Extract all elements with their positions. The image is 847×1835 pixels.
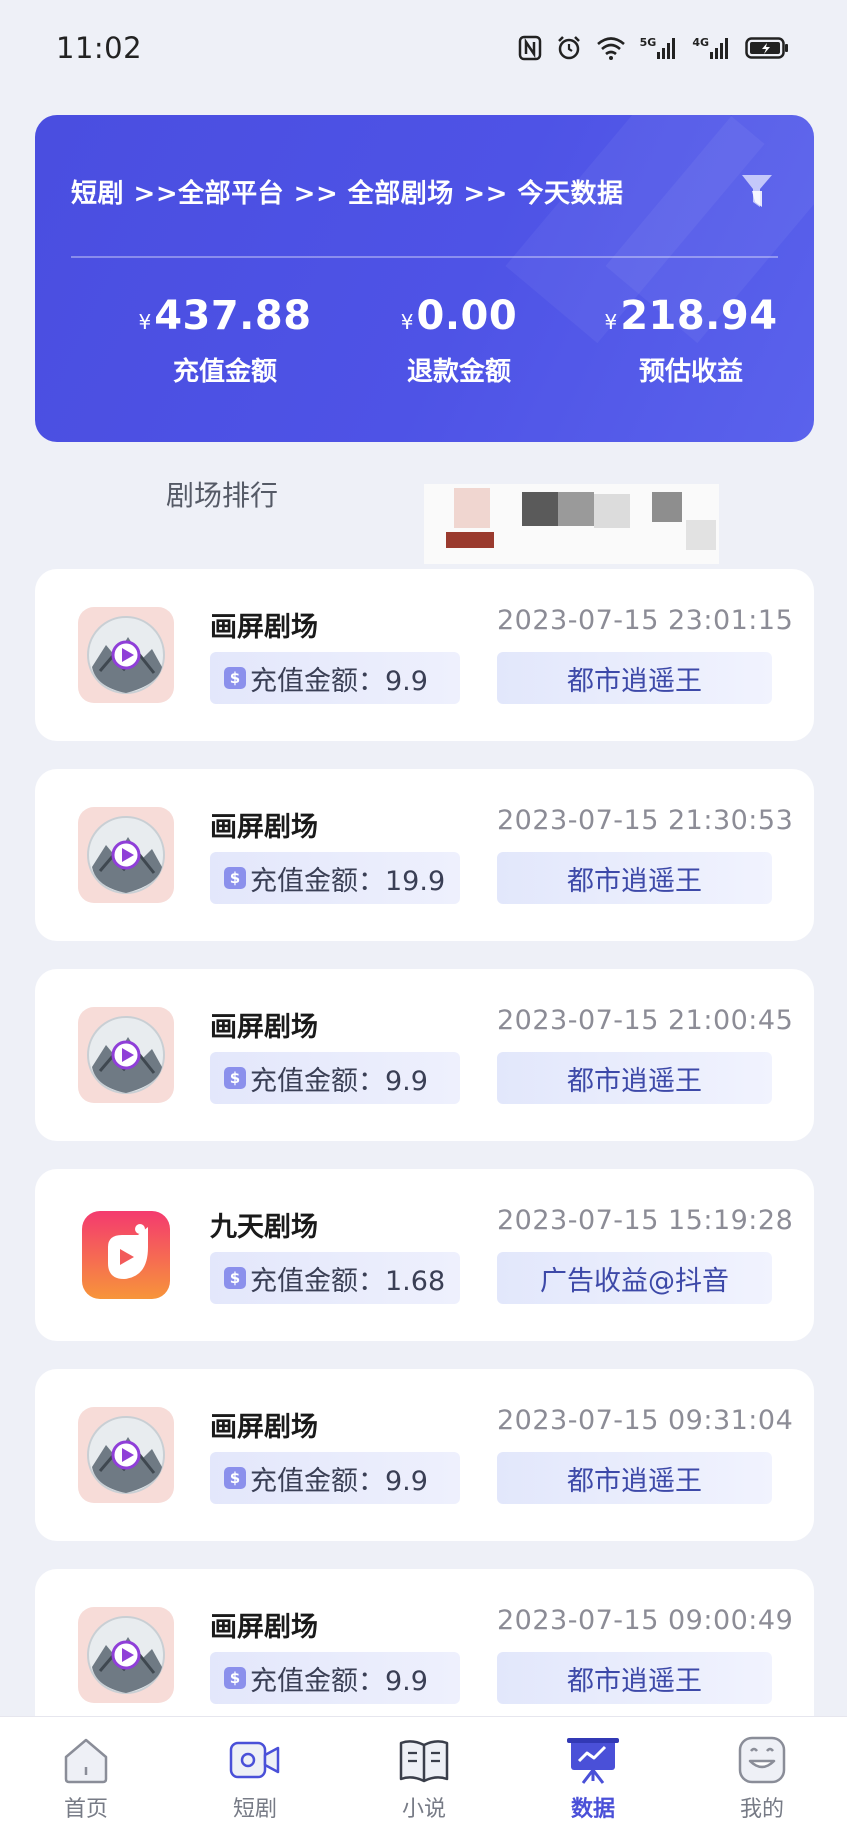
- stat-value: 218.94: [620, 293, 778, 339]
- record-card[interactable]: 画屏剧场 $ 充值金额：9.9 2023-07-15 21:00:45 都市逍遥…: [35, 969, 814, 1141]
- summary-card: 短剧 >>全部平台 >> 全部剧场 >> 今天数据 ¥ 437.88 充值金额 …: [35, 115, 814, 442]
- stat-value: 0.00: [416, 293, 518, 339]
- dollar-icon: $: [224, 867, 246, 889]
- drama-tag[interactable]: 都市逍遥王: [497, 1452, 772, 1504]
- dollar-icon: $: [224, 1467, 246, 1489]
- theatre-name: 画屏剧场: [210, 1012, 318, 1043]
- chart-board-icon: [567, 1738, 619, 1784]
- summary-divider: [71, 256, 778, 258]
- amount-pill: $ 充值金额：1.68: [210, 1252, 460, 1304]
- nav-mine[interactable]: 我的: [702, 1735, 822, 1823]
- amount-pill: $ 充值金额：9.9: [210, 1652, 460, 1704]
- drama-tag[interactable]: 广告收益@抖音: [497, 1252, 772, 1304]
- filter-icon[interactable]: [740, 171, 774, 215]
- timestamp: 2023-07-15 09:31:04: [497, 1405, 794, 1436]
- landscape-play-icon: [78, 1007, 174, 1103]
- timestamp: 2023-07-15 09:00:49: [497, 1605, 794, 1636]
- amount-pill: $ 充值金额：9.9: [210, 1052, 460, 1104]
- theatre-name: 九天剧场: [210, 1212, 318, 1243]
- amount-pill: $ 充值金额：9.9: [210, 1452, 460, 1504]
- dollar-icon: $: [224, 1667, 246, 1689]
- status-bar: 11:02 5G 4G: [0, 0, 847, 96]
- blurred-overlay: [424, 484, 719, 564]
- jiutian-app-icon: [82, 1211, 170, 1299]
- nav-data[interactable]: 数据: [533, 1735, 653, 1823]
- smile-face-icon: [738, 1736, 786, 1784]
- recharge-amount-stat: ¥ 437.88 充值金额: [105, 293, 345, 388]
- nav-home[interactable]: 首页: [26, 1735, 146, 1823]
- nav-short-drama[interactable]: 短剧: [195, 1735, 315, 1823]
- drama-tag[interactable]: 都市逍遥王: [497, 852, 772, 904]
- timestamp: 2023-07-15 21:30:53: [497, 805, 794, 836]
- amount-text: 充值金额：9.9: [250, 1465, 428, 1497]
- amount-text: 充值金额：9.9: [250, 1665, 428, 1697]
- theatre-thumbnail: [78, 1607, 174, 1703]
- bottom-nav: 首页 短剧 小说 数据 我的: [0, 1716, 847, 1835]
- alarm-icon: [556, 35, 582, 61]
- home-icon: [64, 1738, 108, 1784]
- ranking-title: 剧场排行: [166, 479, 279, 512]
- video-camera-icon: [229, 1741, 280, 1779]
- stat-label: 充值金额: [172, 357, 277, 387]
- theatre-name: 画屏剧场: [210, 812, 318, 843]
- battery-icon: [745, 36, 789, 60]
- nav-label: 数据: [570, 1797, 615, 1822]
- nav-label: 首页: [63, 1797, 108, 1822]
- theatre-name: 画屏剧场: [210, 1612, 318, 1643]
- nav-label: 短剧: [232, 1797, 277, 1822]
- drama-tag[interactable]: 都市逍遥王: [497, 1652, 772, 1704]
- timestamp: 2023-07-15 23:01:15: [497, 605, 794, 636]
- landscape-play-icon: [78, 1407, 174, 1503]
- theatre-thumbnail: [78, 607, 174, 703]
- dollar-icon: $: [224, 1267, 246, 1289]
- currency-symbol: ¥: [400, 310, 414, 334]
- theatre-thumbnail: [78, 807, 174, 903]
- stat-value: 437.88: [154, 293, 312, 339]
- stat-label: 退款金额: [406, 357, 511, 387]
- amount-pill: $ 充值金额：9.9: [210, 652, 460, 704]
- nav-label: 小说: [401, 1797, 446, 1822]
- dollar-icon: $: [224, 667, 246, 689]
- wifi-icon: [596, 36, 626, 60]
- landscape-play-icon: [78, 807, 174, 903]
- record-card[interactable]: 画屏剧场 $ 充值金额：9.9 2023-07-15 09:31:04 都市逍遥…: [35, 1369, 814, 1541]
- refund-amount-stat: ¥ 0.00 退款金额: [339, 293, 579, 388]
- theatre-name: 画屏剧场: [210, 612, 318, 643]
- nfc-icon: [518, 35, 542, 61]
- record-card[interactable]: 九天剧场 $ 充值金额：1.68 2023-07-15 15:19:28 广告收…: [35, 1169, 814, 1341]
- record-card[interactable]: 画屏剧场 $ 充值金额：19.9 2023-07-15 21:30:53 都市逍…: [35, 769, 814, 941]
- landscape-play-icon: [78, 1607, 174, 1703]
- landscape-play-icon: [78, 607, 174, 703]
- signal-4g-icon: 4G: [692, 36, 731, 60]
- dollar-icon: $: [224, 1067, 246, 1089]
- signal-5g-icon: 5G: [640, 36, 679, 60]
- status-time: 11:02: [56, 31, 143, 65]
- stat-label: 预估收益: [638, 357, 743, 387]
- amount-text: 充值金额：19.9: [250, 865, 446, 897]
- stats-row: ¥ 437.88 充值金额 ¥ 0.00 退款金额 ¥ 218.94 预估收益: [35, 293, 814, 413]
- breadcrumb[interactable]: 短剧 >>全部平台 >> 全部剧场 >> 今天数据: [71, 173, 623, 210]
- currency-symbol: ¥: [138, 310, 152, 334]
- drama-tag[interactable]: 都市逍遥王: [497, 652, 772, 704]
- theatre-name: 画屏剧场: [210, 1412, 318, 1443]
- timestamp: 2023-07-15 15:19:28: [497, 1205, 794, 1236]
- status-icons: 5G 4G: [518, 35, 789, 61]
- estimated-income-stat: ¥ 218.94 预估收益: [571, 293, 811, 388]
- theatre-thumbnail: [78, 1407, 174, 1503]
- nav-label: 我的: [739, 1797, 784, 1822]
- drama-tag[interactable]: 都市逍遥王: [497, 1052, 772, 1104]
- amount-pill: $ 充值金额：19.9: [210, 852, 460, 904]
- book-icon: [399, 1740, 449, 1783]
- nav-novel[interactable]: 小说: [364, 1735, 484, 1823]
- currency-symbol: ¥: [604, 310, 618, 334]
- amount-text: 充值金额：9.9: [250, 665, 428, 697]
- amount-text: 充值金额：9.9: [250, 1065, 428, 1097]
- timestamp: 2023-07-15 21:00:45: [497, 1005, 794, 1036]
- record-card[interactable]: 画屏剧场 $ 充值金额：9.9 2023-07-15 23:01:15 都市逍遥…: [35, 569, 814, 741]
- theatre-thumbnail: [78, 1007, 174, 1103]
- theatre-thumbnail: [78, 1207, 174, 1303]
- amount-text: 充值金额：1.68: [250, 1265, 446, 1297]
